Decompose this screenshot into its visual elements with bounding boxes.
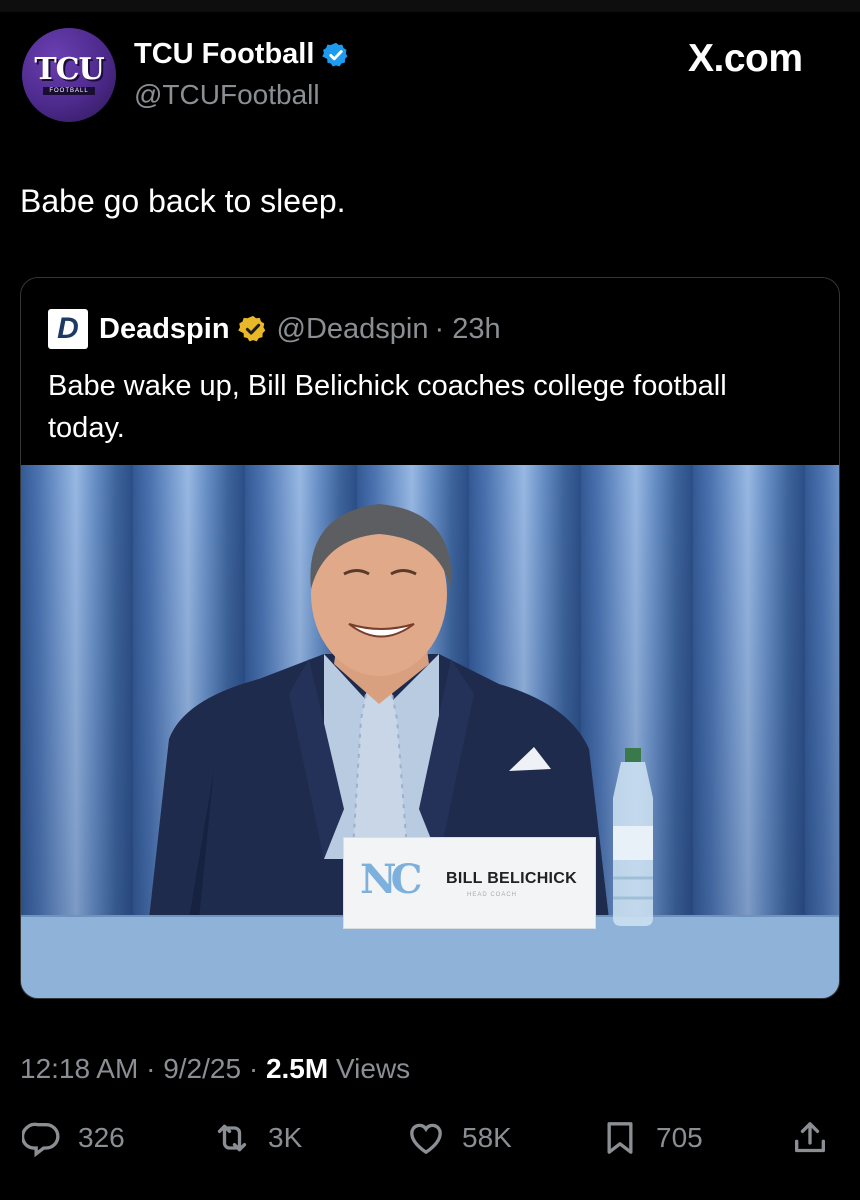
tweet-date[interactable]: 9/2/25 (163, 1053, 241, 1084)
quoted-header: D Deadspin @Deadspin · 23h (48, 309, 501, 349)
deadspin-logo: D (48, 309, 88, 349)
top-strip (0, 0, 860, 12)
nameplate: NC BILL BELICHICK HEAD COACH (343, 837, 596, 929)
tweet-text: Babe go back to sleep. (20, 183, 346, 219)
water-bottle (613, 748, 653, 926)
nameplate-title: HEAD COACH (467, 892, 518, 898)
author-name-row: TCU Football (134, 38, 350, 71)
like-icon (410, 1123, 442, 1155)
action-bar: 326 3K 58K 705 (0, 1118, 860, 1168)
deadspin-logo-letter: D (57, 312, 79, 345)
meta-separator: · (146, 1053, 156, 1084)
like-count: 58K (462, 1122, 512, 1153)
nameplate-name: BILL BELICHICK (446, 870, 578, 887)
verified-badge-icon (322, 42, 348, 67)
author-handle[interactable]: @TCUFootball (134, 79, 320, 111)
reply-icon (22, 1122, 60, 1158)
quoted-text: Babe wake up, Bill Belichick coaches col… (48, 370, 727, 444)
bookmark-button[interactable]: 705 (600, 1118, 703, 1158)
quoted-tweet[interactable]: D Deadspin @Deadspin · 23h Babe wake up,… (20, 277, 840, 999)
bookmark-count: 705 (656, 1122, 703, 1153)
views-label: Views (335, 1053, 411, 1084)
quoted-image[interactable]: NC BILL BELICHICK HEAD COACH (21, 465, 839, 998)
reply-count: 326 (78, 1122, 125, 1153)
table-surface (21, 917, 839, 998)
avatar-logo-text: TCU (34, 52, 104, 87)
like-button[interactable]: 58K (406, 1118, 512, 1158)
avatar[interactable]: TCU FOOTBALL (22, 28, 116, 122)
reply-button[interactable]: 326 (22, 1118, 125, 1158)
repost-count: 3K (268, 1122, 303, 1153)
repost-button[interactable]: 3K (212, 1118, 302, 1158)
views-count: 2.5M (265, 1053, 329, 1084)
brand-watermark: X.com (688, 37, 803, 80)
quoted-time: · 23h (434, 312, 501, 345)
share-icon (795, 1122, 825, 1153)
repost-icon (217, 1124, 247, 1152)
bookmark-icon (607, 1122, 633, 1154)
gold-verified-badge-icon (237, 315, 265, 342)
tweet-time[interactable]: 12:18 AM (20, 1053, 138, 1084)
meta-separator: · (248, 1053, 259, 1084)
author-display-name[interactable]: TCU Football (134, 38, 314, 71)
unc-logo: NC (360, 856, 422, 903)
avatar-logo-subtext: FOOTBALL (43, 87, 95, 95)
quoted-display-name[interactable]: Deadspin (99, 313, 230, 346)
tweet-meta: 12:18 AM · 9/2/25 · 2.5M Views (20, 1053, 410, 1085)
quoted-handle[interactable]: @Deadspin (277, 313, 429, 346)
share-button[interactable] (790, 1118, 830, 1158)
